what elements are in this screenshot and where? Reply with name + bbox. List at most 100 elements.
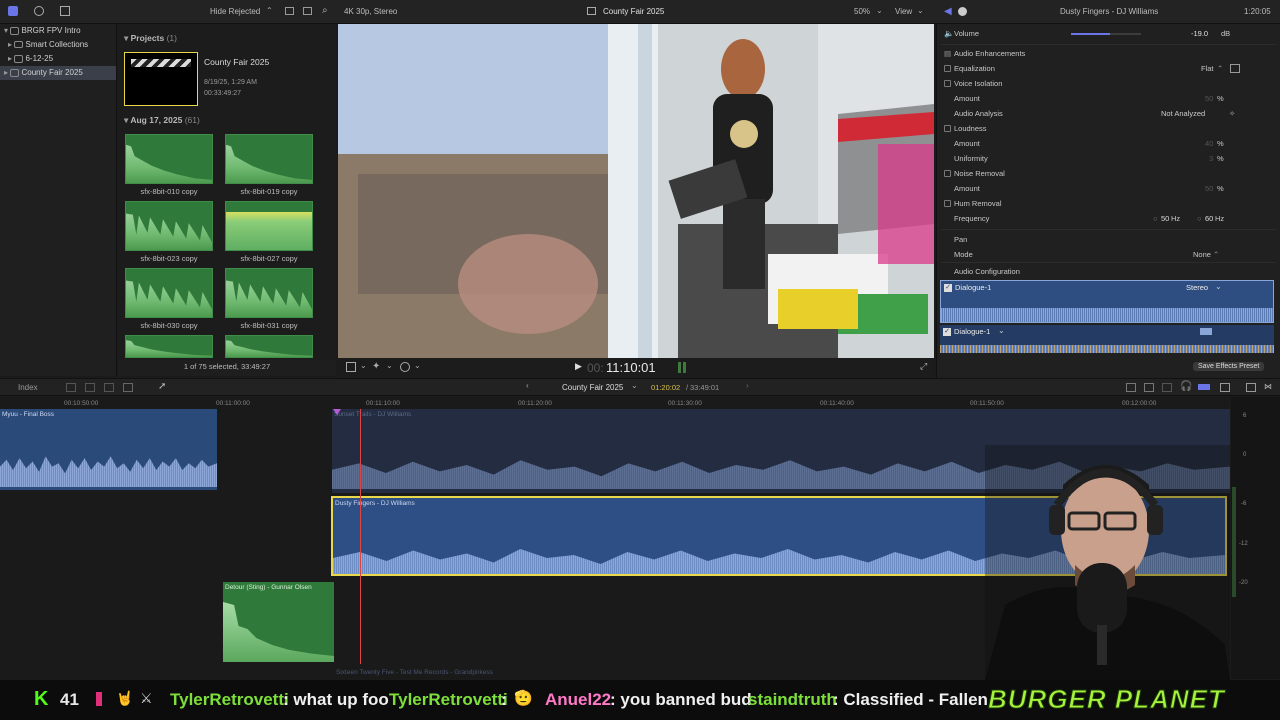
sidebar-item-event[interactable]: ▸ 6-12-25	[0, 52, 116, 66]
clip-appearance-icon[interactable]	[1220, 383, 1230, 392]
index-button[interactable]: Index	[18, 383, 38, 392]
browser-clip[interactable]	[125, 268, 213, 318]
filmstrip-icon[interactable]	[303, 7, 312, 15]
effects-browser-icon[interactable]	[1246, 383, 1256, 392]
channel-config-dialogue-1[interactable]: ✓ Dialogue-1 Stereo ⌄	[940, 280, 1274, 323]
library-item[interactable]: ▾ BRGR FPV Intro	[0, 24, 116, 38]
view-menu[interactable]: View	[895, 7, 912, 16]
enhancements-header[interactable]: ▤ Audio Enhancements	[941, 46, 1276, 61]
back-arrow-icon[interactable]: ‹	[526, 381, 529, 390]
browser-clip[interactable]	[225, 268, 313, 318]
timeline-project-name[interactable]: County Fair 2025	[562, 383, 623, 392]
hide-rejected-menu[interactable]: Hide Rejected	[210, 7, 260, 16]
browser-clip[interactable]	[125, 201, 213, 251]
event-icon	[14, 54, 24, 63]
audio-inspector-icon[interactable]: ◀	[944, 6, 952, 17]
timeline-ruler[interactable]: 00:10:50:00 00:11:00:00 00:11:10:00 00:1…	[0, 397, 1230, 409]
clip-waveform	[223, 602, 334, 662]
viewer-controls: ⌄ ✦ ⌄ ⌄ ▶ 00: 11:10:01 ⤢	[338, 358, 934, 378]
library-item-selected[interactable]: ▸ County Fair 2025	[0, 66, 116, 80]
select-tool-icon[interactable]: ➚	[158, 381, 166, 392]
moderator-badge-icon: ⚔	[140, 690, 153, 706]
vi-amount-value[interactable]: 50	[1205, 91, 1213, 106]
chat-username: Anuel22	[545, 690, 612, 709]
freq-60-option[interactable]: 60	[1205, 211, 1213, 226]
audio-clip-green[interactable]: Detour (Sting) - Gunnar Olsen	[223, 582, 334, 662]
playhead-timecode[interactable]: 11:10:01	[606, 360, 656, 375]
channel-checkbox[interactable]: ✓	[944, 284, 952, 292]
project-name: County Fair 2025	[204, 57, 270, 67]
clip-label: sfx-8bit-010 copy	[140, 187, 198, 196]
viewer-frame[interactable]	[338, 24, 934, 358]
uniformity-value[interactable]: 3	[1209, 151, 1213, 166]
snapping-icon[interactable]	[1162, 383, 1172, 392]
eq-graph-icon[interactable]	[1230, 64, 1240, 73]
save-effects-preset-button[interactable]: Save Effects Preset	[1193, 362, 1265, 371]
audio-config-header[interactable]: Audio Configuration	[941, 264, 1276, 279]
play-icon[interactable]: ▶	[575, 361, 582, 372]
audio-clip[interactable]: Myuu - Final Boss	[0, 409, 217, 490]
sidebar-item-smart-collections[interactable]: ▸ Smart Collections	[0, 38, 116, 52]
insert-icon[interactable]	[85, 383, 95, 392]
append-icon[interactable]	[104, 383, 114, 392]
nr-amount-value[interactable]: 50	[1205, 181, 1213, 196]
connect-icon[interactable]	[66, 383, 76, 392]
titles-icon[interactable]	[60, 6, 70, 16]
headphones-icon[interactable]: 🎧	[1180, 381, 1192, 392]
channel-checkbox[interactable]: ✓	[943, 328, 951, 336]
pan-header[interactable]: Pan	[941, 232, 1276, 247]
enhance-wand-icon[interactable]: ✦	[372, 361, 380, 372]
chevron-down-icon: ⌄	[631, 381, 638, 390]
clip-appearance-icon[interactable]	[285, 7, 294, 15]
browser-clip[interactable]	[125, 335, 213, 358]
playhead[interactable]	[360, 409, 361, 664]
channel-config-dialogue-2[interactable]: ✓ Dialogue-1 ⌄	[940, 325, 1274, 353]
streamer-image	[985, 445, 1230, 680]
noise-removal-checkbox[interactable]	[944, 170, 951, 177]
volume-slider[interactable]	[1071, 33, 1141, 35]
chevron-down-icon[interactable]: ⌄	[386, 361, 393, 370]
search-icon[interactable]: ⌕	[322, 5, 328, 16]
projects-header[interactable]: ▾ Projects (1)	[124, 33, 177, 44]
clip-label: sfx-8bit-030 copy	[140, 321, 198, 330]
info-icon[interactable]	[958, 7, 967, 16]
project-date: 8/19/25, 1:29 AM	[204, 79, 257, 86]
forward-arrow-icon[interactable]: ›	[746, 381, 749, 390]
top-toolbar: Hide Rejected ⌃ ⌕ 4K 30p, Stereo County …	[0, 0, 1280, 24]
volume-value[interactable]: -19.0	[1191, 26, 1208, 41]
event-date-header[interactable]: ▾ Aug 17, 2025 (61)	[124, 115, 200, 126]
solo-icon[interactable]	[1198, 384, 1210, 390]
voice-isolation-checkbox[interactable]	[944, 80, 951, 87]
browser-clip[interactable]	[225, 335, 313, 358]
skimming-icon[interactable]	[1144, 383, 1154, 392]
library-icon[interactable]	[8, 6, 18, 16]
pan-mode-menu[interactable]: None	[1193, 247, 1211, 262]
loudness-amount-value[interactable]: 40	[1205, 136, 1213, 151]
channel-mode-menu[interactable]: Stereo	[1186, 283, 1208, 292]
speed-icon[interactable]	[400, 362, 410, 372]
browser-clip[interactable]	[225, 201, 313, 251]
loudness-checkbox[interactable]	[944, 125, 951, 132]
browser-clip[interactable]	[225, 134, 313, 184]
equalization-checkbox[interactable]	[944, 65, 951, 72]
chevron-down-icon[interactable]: ⌄	[414, 361, 421, 370]
chevron-down-icon[interactable]: ⌄	[360, 361, 367, 370]
overwrite-icon[interactable]	[123, 383, 133, 392]
analyze-wand-icon[interactable]: ✧	[1229, 106, 1235, 121]
freq-50-option[interactable]: 50	[1161, 211, 1169, 226]
transitions-icon[interactable]: ⋈	[1264, 382, 1272, 391]
fullscreen-icon[interactable]: ⤢	[920, 361, 927, 372]
eq-preset-menu[interactable]: Flat	[1201, 61, 1214, 76]
browser-clip[interactable]	[125, 134, 213, 184]
radio-icon[interactable]: ○	[1197, 211, 1202, 226]
chevron-down-icon: ⌄	[917, 6, 924, 15]
hum-removal-checkbox[interactable]	[944, 200, 951, 207]
radio-icon[interactable]: ○	[1153, 211, 1158, 226]
photos-icon[interactable]	[34, 6, 44, 16]
project-thumbnail[interactable]	[124, 52, 198, 106]
timeline-toolbar: Index ➚ ‹ County Fair 2025 ⌄ 01:20:02 / …	[0, 378, 1280, 396]
zoom-menu[interactable]: 50%	[854, 7, 870, 16]
transform-icon[interactable]	[346, 362, 356, 372]
chat-username: TylerRetrovetti	[389, 690, 508, 709]
audio-skim-icon[interactable]	[1126, 383, 1136, 392]
